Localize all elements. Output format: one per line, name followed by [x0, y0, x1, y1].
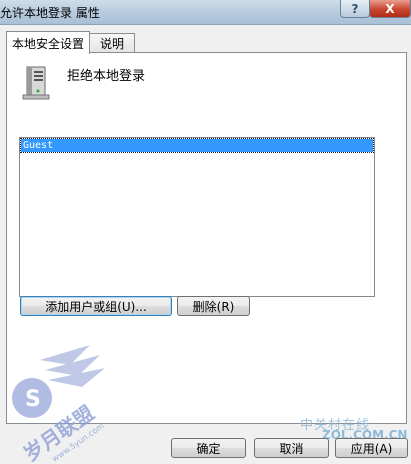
close-button[interactable]: X [369, 0, 411, 18]
list-item-guest[interactable]: Guest [20, 138, 374, 153]
remove-button-label: 删除(R) [192, 299, 235, 314]
ok-button-label: 确定 [196, 441, 221, 456]
window-title: 允许本地登录 属性 [0, 6, 100, 20]
cancel-button-label: 取消 [279, 441, 304, 456]
help-button[interactable]: ? [340, 0, 370, 18]
help-icon: ? [351, 1, 359, 16]
tab-label: 说明 [99, 37, 124, 51]
apply-button-label: 应用(A) [350, 441, 393, 456]
add-user-or-group-button[interactable]: 添加用户或组(U)... [20, 296, 172, 316]
add-button-label: 添加用户或组(U)... [45, 299, 147, 314]
cancel-button[interactable]: 取消 [254, 438, 329, 458]
remove-button[interactable]: 删除(R) [177, 296, 250, 316]
watermark-logo-left: S 岁月联盟 www.5yun.com [12, 345, 106, 464]
svg-text:S: S [25, 387, 41, 412]
close-icon: X [385, 1, 395, 16]
apply-button[interactable]: 应用(A) [335, 438, 408, 458]
ok-button[interactable]: 确定 [171, 438, 246, 458]
tab-local-security-setting[interactable]: 本地安全设置 [6, 31, 90, 54]
server-icon [22, 66, 50, 100]
title-bar[interactable]: 允许本地登录 属性 ? X [0, 0, 411, 25]
policy-title: 拒绝本地登录 [67, 69, 146, 84]
user-listbox[interactable]: Guest [19, 137, 375, 297]
tab-label: 本地安全设置 [11, 36, 84, 51]
tab-explain[interactable]: 说明 [89, 33, 135, 53]
